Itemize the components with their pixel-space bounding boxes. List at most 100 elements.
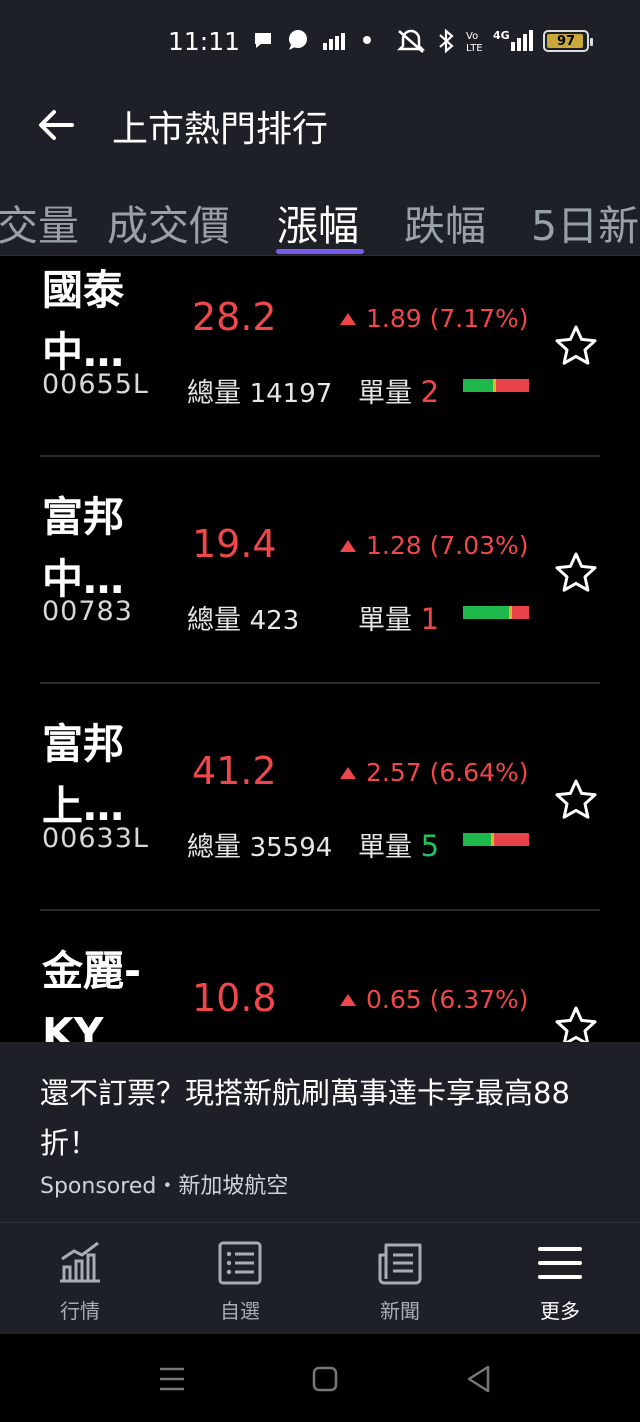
- dot-icon: [363, 36, 371, 44]
- total-volume-value: 423: [249, 606, 300, 636]
- tab-5day-new[interactable]: 5日新: [531, 192, 639, 252]
- signal-chart-icon: [323, 33, 345, 50]
- app-header: 上市熱門排行: [0, 88, 640, 178]
- stock-name: 國泰中…: [42, 266, 124, 376]
- nav-news[interactable]: 新聞: [320, 1223, 480, 1335]
- active-tab-indicator: [276, 249, 364, 254]
- total-volume-label: 總量: [187, 605, 241, 636]
- stock-price: 41.2: [192, 749, 277, 793]
- back-triangle-icon[interactable]: [462, 1362, 496, 1396]
- stock-price: 10.8: [192, 976, 277, 1020]
- chart-icon: [60, 1241, 100, 1283]
- stock-name: 金麗-KY: [42, 947, 142, 1042]
- star-icon[interactable]: [553, 323, 599, 369]
- up-triangle-icon: [340, 993, 356, 1006]
- total-volume: 總量 35594: [187, 825, 332, 864]
- nav-more[interactable]: 更多: [480, 1223, 640, 1335]
- total-volume-value: 14197: [249, 379, 333, 409]
- nav-market[interactable]: 行情: [0, 1223, 160, 1335]
- stock-price: 28.2: [192, 295, 277, 339]
- stock-row[interactable]: 金麗-KY 10.8 0.65 (6.37%): [0, 910, 640, 1042]
- stock-row[interactable]: 國泰中… 28.2 1.89 (7.17%) 00655L 總量 14197 單…: [0, 256, 640, 456]
- stock-change: 1.89 (7.17%): [340, 304, 529, 333]
- star-icon[interactable]: [553, 550, 599, 596]
- unit-volume: 單量 5: [358, 825, 439, 864]
- battery-level: 97: [556, 33, 576, 49]
- total-volume: 總量 14197: [187, 371, 332, 410]
- stock-change: 1.28 (7.03%): [340, 531, 529, 560]
- unit-volume: 單量 2: [358, 371, 439, 410]
- total-volume-label: 總量: [187, 832, 241, 863]
- watchlist-icon: [218, 1241, 262, 1285]
- stock-name: 富邦上…: [42, 720, 124, 830]
- buy-sell-ratio-bar: [463, 833, 529, 846]
- stock-code: 00655L: [42, 369, 149, 400]
- menu-icon: [538, 1247, 582, 1279]
- chat-bubble-icon: [255, 33, 271, 48]
- total-volume-value: 35594: [249, 833, 333, 863]
- recent-apps-icon[interactable]: [155, 1362, 189, 1396]
- system-status-icons: Vo LTE 4G 97: [395, 28, 593, 54]
- tab-volume[interactable]: 成交量: [0, 192, 79, 252]
- stock-change-value: 1.89 (7.17%): [366, 304, 529, 333]
- stock-change: 0.65 (6.37%): [340, 985, 529, 1014]
- ranking-tabs: 成交量 成交價 漲幅 跌幅 5日新: [0, 178, 640, 256]
- total-volume-label: 總量: [187, 378, 241, 409]
- unit-volume-value: 1: [420, 602, 440, 636]
- svg-text:4G: 4G: [493, 29, 510, 42]
- system-nav-bar: [0, 1334, 640, 1422]
- up-triangle-icon: [340, 312, 356, 325]
- notification-icons: [252, 28, 374, 52]
- battery-icon: 97: [543, 30, 593, 52]
- bottom-nav: 行情 自選 新聞 更多: [0, 1222, 640, 1334]
- star-icon[interactable]: [553, 777, 599, 823]
- unit-volume-value: 5: [420, 829, 440, 863]
- up-triangle-icon: [340, 766, 356, 779]
- sponsored-ad[interactable]: 還不訂票？現搭新航刷萬事達卡享最高88折！ Sponsored・新加坡航空: [0, 1042, 640, 1222]
- buy-sell-ratio-bar: [463, 379, 529, 392]
- stock-name: 富邦中…: [42, 493, 124, 603]
- tab-price[interactable]: 成交價: [107, 192, 230, 252]
- status-bar: 11:11 Vo LTE 4G 97: [0, 0, 640, 88]
- mute-icon: [396, 29, 426, 53]
- ad-title[interactable]: 還不訂票？現搭新航刷萬事達卡享最高88折！: [40, 1068, 620, 1168]
- unit-volume-label: 單量: [358, 832, 412, 863]
- nav-label: 自選: [220, 1299, 260, 1323]
- stock-change-value: 1.28 (7.03%): [366, 531, 529, 560]
- bluetooth-icon: [439, 28, 454, 54]
- home-icon[interactable]: [308, 1362, 342, 1396]
- stock-price: 19.4: [192, 522, 277, 566]
- tab-gain[interactable]: 漲幅: [277, 192, 359, 252]
- unit-volume: 單量 1: [358, 598, 439, 637]
- status-time: 11:11: [168, 27, 241, 56]
- tab-loss[interactable]: 跌幅: [404, 192, 486, 252]
- message-icon: [289, 30, 307, 50]
- stock-code: 00633L: [42, 823, 149, 854]
- news-icon: [378, 1243, 422, 1285]
- stock-code: 00783: [42, 596, 133, 627]
- unit-volume-label: 單量: [358, 605, 412, 636]
- unit-volume-value: 2: [420, 375, 440, 409]
- nav-watchlist[interactable]: 自選: [160, 1223, 320, 1335]
- stock-list: 國泰中… 28.2 1.89 (7.17%) 00655L 總量 14197 單…: [0, 256, 640, 1042]
- svg-text:Vo: Vo: [466, 31, 478, 42]
- up-triangle-icon: [340, 539, 356, 552]
- stock-change-value: 2.57 (6.64%): [366, 758, 529, 787]
- volte-icon: VoLTE: [466, 31, 483, 54]
- total-volume: 總量 423: [187, 598, 299, 637]
- buy-sell-ratio-bar: [463, 606, 529, 619]
- stock-change: 2.57 (6.64%): [340, 758, 529, 787]
- page-title: 上市熱門排行: [112, 109, 329, 150]
- stock-row[interactable]: 富邦上… 41.2 2.57 (6.64%) 00633L 總量 35594 單…: [0, 683, 640, 910]
- ad-sponsor: Sponsored・新加坡航空: [40, 1174, 289, 1199]
- nav-label: 更多: [540, 1299, 580, 1323]
- stock-change-value: 0.65 (6.37%): [366, 985, 529, 1014]
- nav-label: 新聞: [380, 1299, 420, 1323]
- back-arrow-icon[interactable]: [34, 102, 80, 148]
- nav-label: 行情: [60, 1299, 100, 1323]
- cellular-4g-icon: 4G: [493, 29, 533, 51]
- svg-text:LTE: LTE: [466, 43, 483, 54]
- unit-volume-label: 單量: [358, 378, 412, 409]
- star-icon[interactable]: [553, 1004, 599, 1042]
- stock-row[interactable]: 富邦中… 19.4 1.28 (7.03%) 00783 總量 423 單量 1: [0, 456, 640, 683]
